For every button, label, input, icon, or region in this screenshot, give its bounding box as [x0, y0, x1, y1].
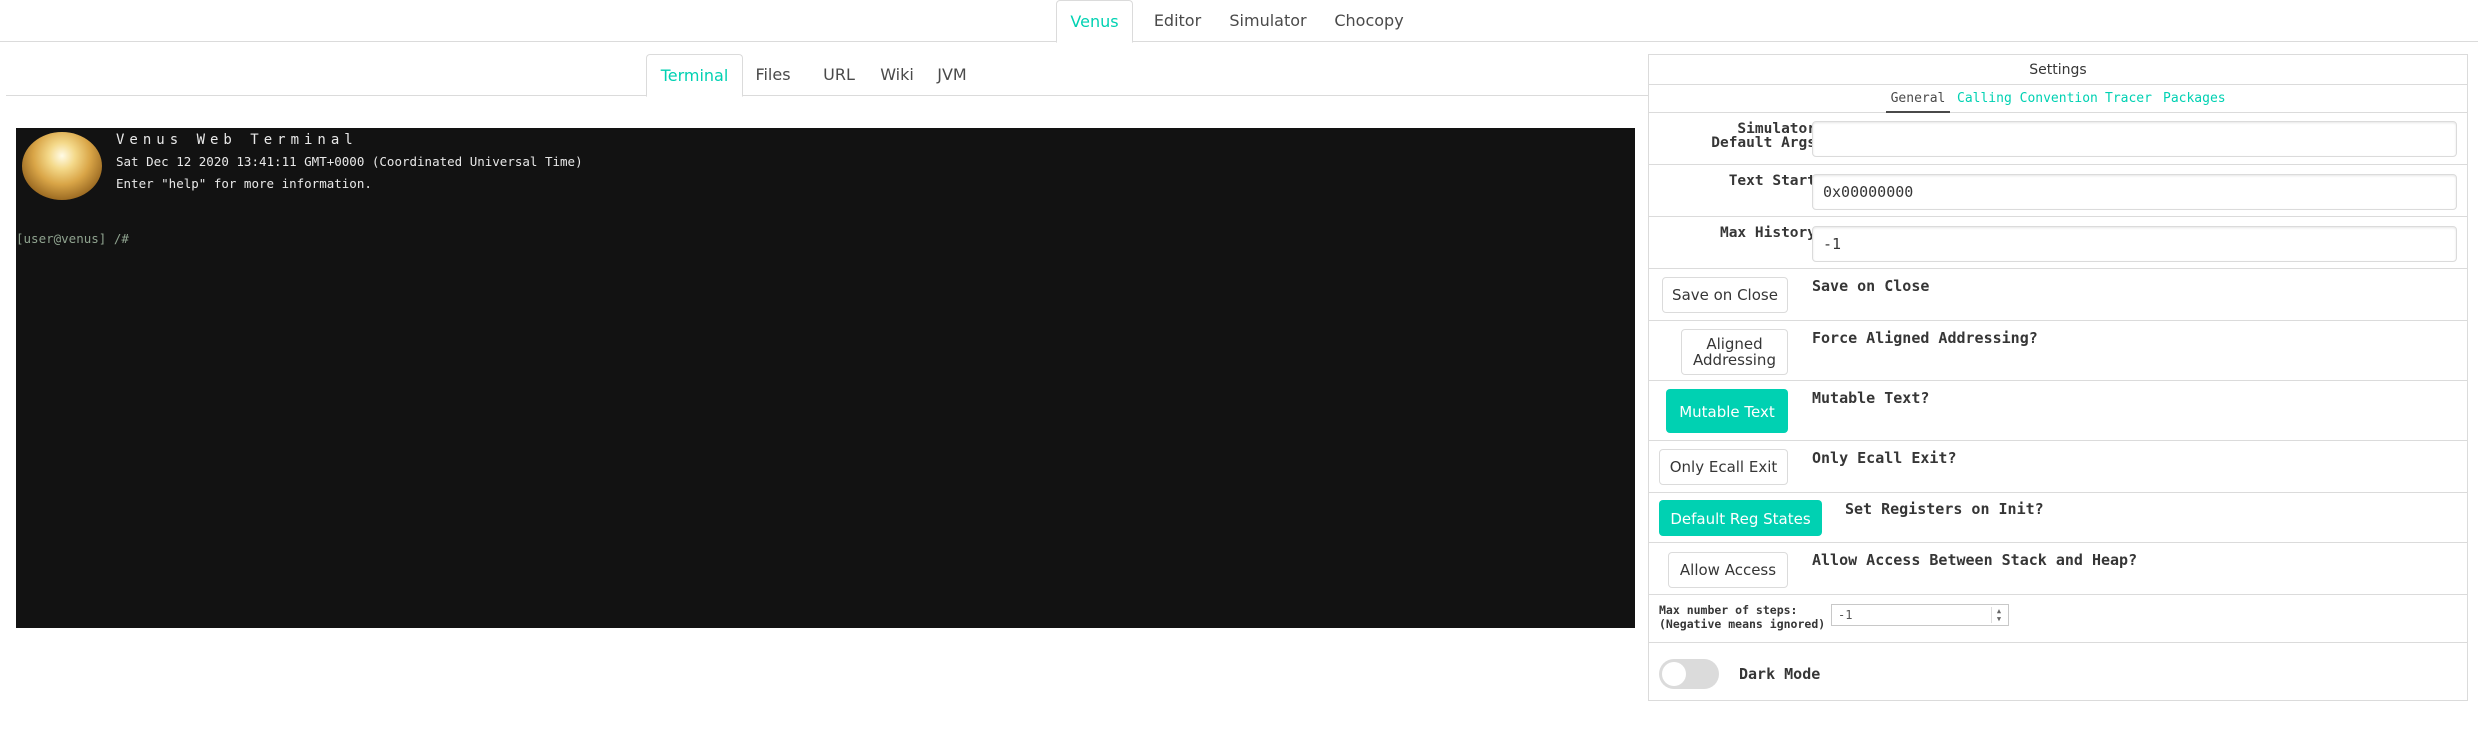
row-aligned-addressing: Aligned Addressing Force Aligned Address… — [1649, 321, 2467, 381]
tab-url[interactable]: URL — [814, 54, 864, 96]
row-save-on-close: Save on Close Save on Close — [1649, 269, 2467, 321]
number-spinner-icon[interactable]: ▲ ▼ — [1991, 607, 2006, 623]
max-steps-label: Max number of steps: (Negative means ign… — [1659, 603, 1825, 631]
allow-access-description: Allow Access Between Stack and Heap? — [1812, 551, 2138, 569]
mutable-text-description: Mutable Text? — [1812, 389, 1930, 407]
simulator-args-label: Simulator Default Args — [1711, 121, 1816, 151]
default-reg-states-button[interactable]: Default Reg States — [1659, 500, 1822, 536]
tab-chocopy[interactable]: Chocopy — [1322, 0, 1416, 42]
settings-title: Settings — [1649, 55, 2467, 85]
tab-files[interactable]: Files — [748, 54, 798, 96]
set-registers-description: Set Registers on Init? — [1845, 500, 2044, 518]
tab-jvm[interactable]: JVM — [927, 54, 977, 96]
max-steps-label-line2: (Negative means ignored) — [1659, 617, 1826, 631]
save-on-close-button[interactable]: Save on Close — [1662, 277, 1788, 313]
tab-venus[interactable]: Venus — [1056, 0, 1133, 43]
row-max-history: Max History -1 — [1649, 217, 2467, 269]
max-steps-label-line1: Max number of steps: — [1659, 603, 1798, 617]
tab-wiki[interactable]: Wiki — [872, 54, 922, 96]
row-only-ecall-exit: Only Ecall Exit Only Ecall Exit? — [1649, 441, 2467, 493]
save-on-close-description: Save on Close — [1812, 277, 1930, 295]
text-start-input[interactable]: 0x00000000 — [1812, 174, 2457, 210]
allow-access-button[interactable]: Allow Access — [1668, 552, 1788, 588]
max-history-input[interactable]: -1 — [1812, 226, 2457, 262]
venus-planet-logo — [22, 132, 102, 200]
only-ecall-exit-button[interactable]: Only Ecall Exit — [1659, 449, 1788, 485]
row-default-reg-states: Default Reg States Set Registers on Init… — [1649, 493, 2467, 543]
settings-tabs: General Calling Convention Tracer Packag… — [1649, 85, 2467, 113]
aligned-addressing-button[interactable]: Aligned Addressing — [1681, 329, 1788, 375]
web-terminal[interactable]: Venus Web Terminal Sat Dec 12 2020 13:41… — [16, 128, 1635, 628]
text-start-value: 0x00000000 — [1823, 183, 1914, 201]
terminal-date-line: Sat Dec 12 2020 13:41:11 GMT+0000 (Coord… — [116, 154, 583, 169]
settings-tab-tracer[interactable]: Tracer — [2105, 85, 2152, 113]
top-nav: Venus Editor Simulator Chocopy — [0, 0, 2478, 43]
row-allow-access: Allow Access Allow Access Between Stack … — [1649, 543, 2467, 595]
row-text-start: Text Start 0x00000000 — [1649, 165, 2467, 217]
only-ecall-exit-description: Only Ecall Exit? — [1812, 449, 1957, 467]
simulator-args-input[interactable] — [1812, 121, 2457, 157]
max-history-label: Max History — [1719, 225, 1816, 241]
row-mutable-text: Mutable Text Mutable Text? — [1649, 381, 2467, 441]
terminal-prompt[interactable]: [user@venus] /# — [16, 231, 129, 246]
settings-tab-calling-convention[interactable]: Calling Convention — [1957, 85, 2098, 113]
max-steps-value: -1 — [1838, 608, 1853, 622]
tab-terminal[interactable]: Terminal — [646, 54, 743, 97]
row-max-steps: Max number of steps: (Negative means ign… — [1649, 595, 2467, 643]
tab-simulator[interactable]: Simulator — [1221, 0, 1315, 42]
mutable-text-button[interactable]: Mutable Text — [1666, 389, 1788, 433]
settings-tab-packages[interactable]: Packages — [2163, 85, 2226, 113]
max-steps-input[interactable]: -1 ▲ ▼ — [1831, 604, 2009, 626]
aligned-addressing-description: Force Aligned Addressing? — [1812, 329, 2038, 347]
dark-mode-label: Dark Mode — [1739, 665, 1821, 683]
row-dark-mode: Dark Mode — [1649, 643, 2467, 701]
tab-editor[interactable]: Editor — [1134, 0, 1221, 42]
terminal-help-line: Enter "help" for more information. — [116, 176, 372, 191]
terminal-title: Venus Web Terminal — [116, 132, 358, 148]
toggle-knob — [1662, 662, 1686, 686]
text-start-label: Text Start — [1728, 173, 1816, 189]
venus-sub-nav: Terminal Files URL Wiki JVM — [6, 54, 1648, 97]
max-history-value: -1 — [1823, 235, 1842, 253]
dark-mode-toggle[interactable] — [1659, 659, 1719, 689]
settings-tab-general[interactable]: General — [1886, 85, 1950, 113]
row-simulator-args: Simulator Default Args — [1649, 113, 2467, 165]
settings-panel: Settings General Calling Convention Trac… — [1648, 54, 2468, 701]
